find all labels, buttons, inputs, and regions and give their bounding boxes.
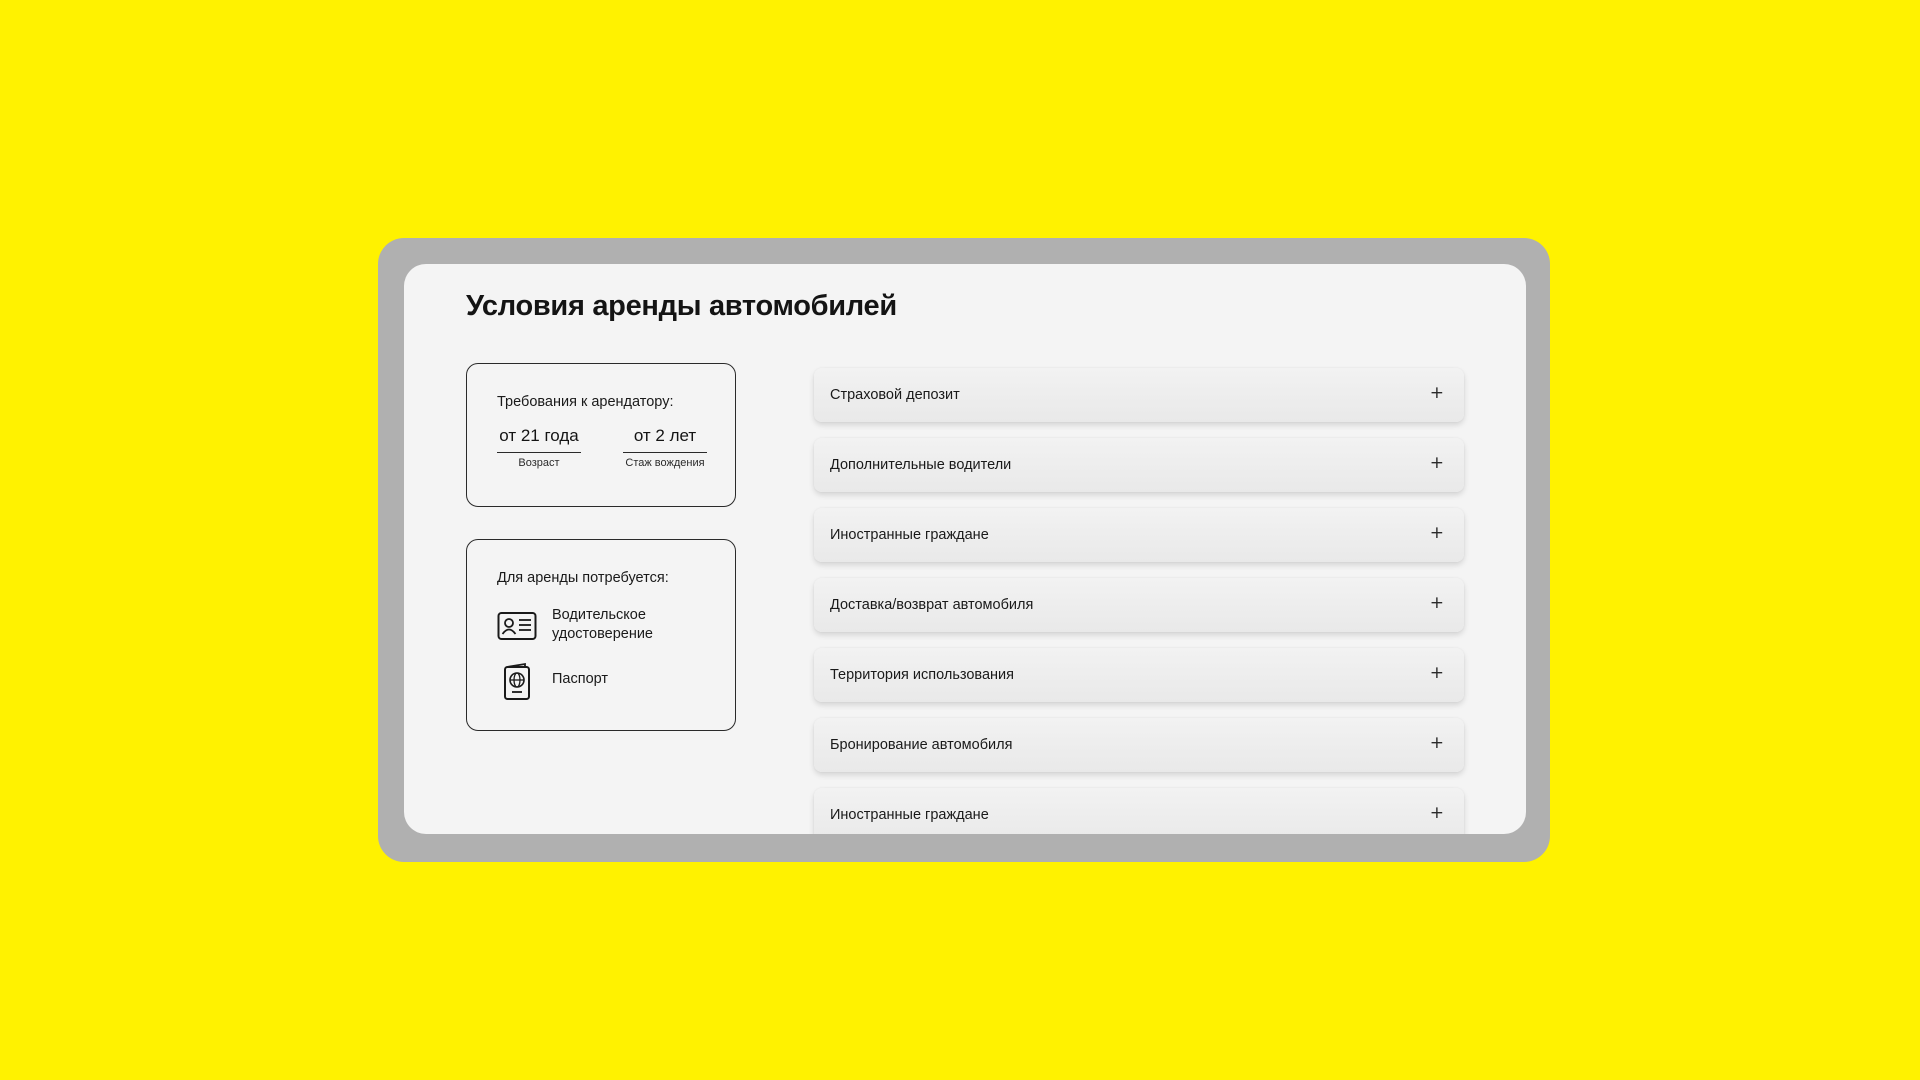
plus-icon: + — [1429, 383, 1444, 403]
document-item-license: Водительское удостоверение — [497, 606, 682, 646]
rental-conditions-card: Условия аренды автомобилей Требования к … — [404, 264, 1526, 834]
age-requirement: от 21 года Возраст — [497, 426, 581, 469]
accordion-item-label: Дополнительные водители — [830, 457, 1012, 473]
driver-license-icon — [497, 606, 537, 646]
accordion-item-car-booking[interactable]: Бронирование автомобиля + — [814, 718, 1464, 772]
plus-icon: + — [1429, 523, 1444, 543]
document-label-license: Водительское удостоверение — [552, 607, 653, 642]
requirements-heading: Требования к арендатору: — [497, 394, 674, 410]
documents-heading: Для аренды потребуется: — [497, 570, 669, 586]
accordion-item-usage-territory[interactable]: Территория использования + — [814, 648, 1464, 702]
accordion-item-foreign-citizens-2[interactable]: Иностранные граждане + — [814, 788, 1464, 834]
accordion-item-additional-drivers[interactable]: Дополнительные водители + — [814, 438, 1464, 492]
plus-icon: + — [1429, 593, 1444, 613]
documents-box: Для аренды потребуется: Водительское удо… — [466, 539, 736, 731]
accordion-item-label: Иностранные граждане — [830, 527, 989, 543]
accordion-item-label: Бронирование автомобиля — [830, 737, 1013, 753]
plus-icon: + — [1429, 663, 1444, 683]
document-item-passport: Паспорт — [497, 662, 682, 702]
accordion-item-delivery-return[interactable]: Доставка/возврат автомобиля + — [814, 578, 1464, 632]
age-label: Возраст — [518, 457, 560, 469]
experience-value: от 2 лет — [623, 426, 707, 453]
plus-icon: + — [1429, 453, 1444, 473]
page-title: Условия аренды автомобилей — [466, 290, 897, 322]
experience-requirement: от 2 лет Стаж вождения — [623, 426, 707, 469]
experience-label: Стаж вождения — [625, 457, 705, 469]
accordion-item-foreign-citizens[interactable]: Иностранные граждане + — [814, 508, 1464, 562]
passport-icon — [497, 662, 537, 702]
accordion-item-label: Страховой депозит — [830, 387, 960, 403]
document-label-passport: Паспорт — [552, 671, 609, 687]
accordion-item-insurance-deposit[interactable]: Страховой депозит + — [814, 368, 1464, 422]
plus-icon: + — [1429, 803, 1444, 823]
requirements-box: Требования к арендатору: от 21 года Возр… — [466, 363, 736, 507]
age-value: от 21 года — [497, 426, 581, 453]
accordion-item-label: Территория использования — [830, 667, 1014, 683]
accordion-item-label: Доставка/возврат автомобиля — [830, 597, 1034, 613]
accordion-item-label: Иностранные граждане — [830, 807, 989, 823]
plus-icon: + — [1429, 733, 1444, 753]
